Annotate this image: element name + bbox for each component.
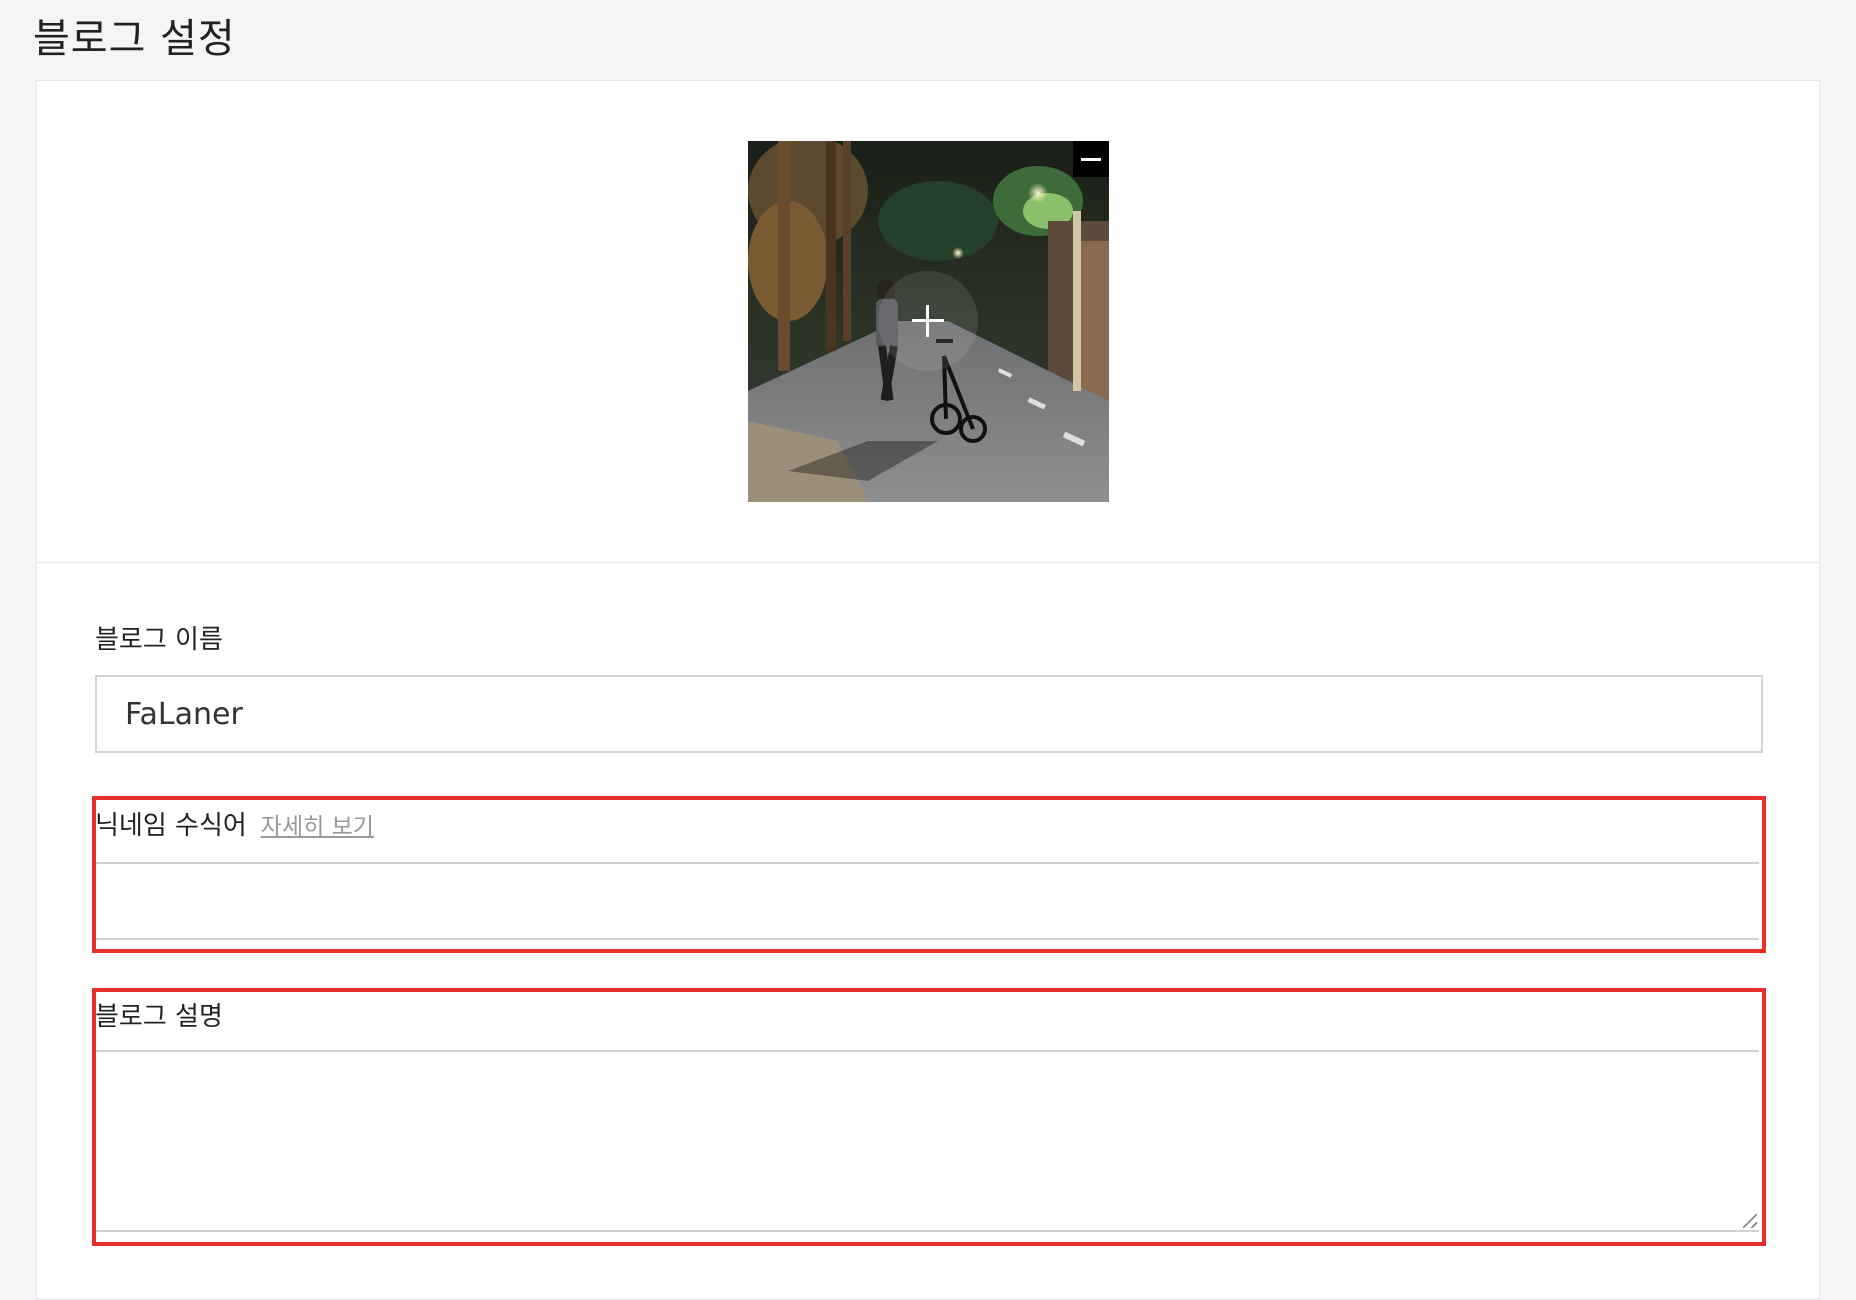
add-image-button[interactable] xyxy=(878,271,978,371)
blog-description-label: 블로그 설명 xyxy=(95,1002,223,1032)
blog-description-textarea[interactable] xyxy=(95,1050,1759,1232)
nickname-modifier-input[interactable] xyxy=(95,862,1759,940)
nickname-modifier-label: 닉네임 수식어 자세히 보기 xyxy=(95,811,374,841)
blog-name-input[interactable] xyxy=(95,675,1763,753)
settings-card: 블로그 이름 닉네임 수식어자세히 보기 블로그 설명 xyxy=(36,80,1820,1300)
profile-image[interactable] xyxy=(748,141,1109,502)
profile-image-section xyxy=(37,81,1819,563)
detail-link[interactable]: 자세히 보기 xyxy=(261,814,374,840)
page-title: 블로그 설정 xyxy=(33,16,236,62)
blog-name-label: 블로그 이름 xyxy=(95,625,223,655)
remove-image-button[interactable] xyxy=(1073,141,1109,177)
resize-handle[interactable] xyxy=(1743,1214,1757,1228)
